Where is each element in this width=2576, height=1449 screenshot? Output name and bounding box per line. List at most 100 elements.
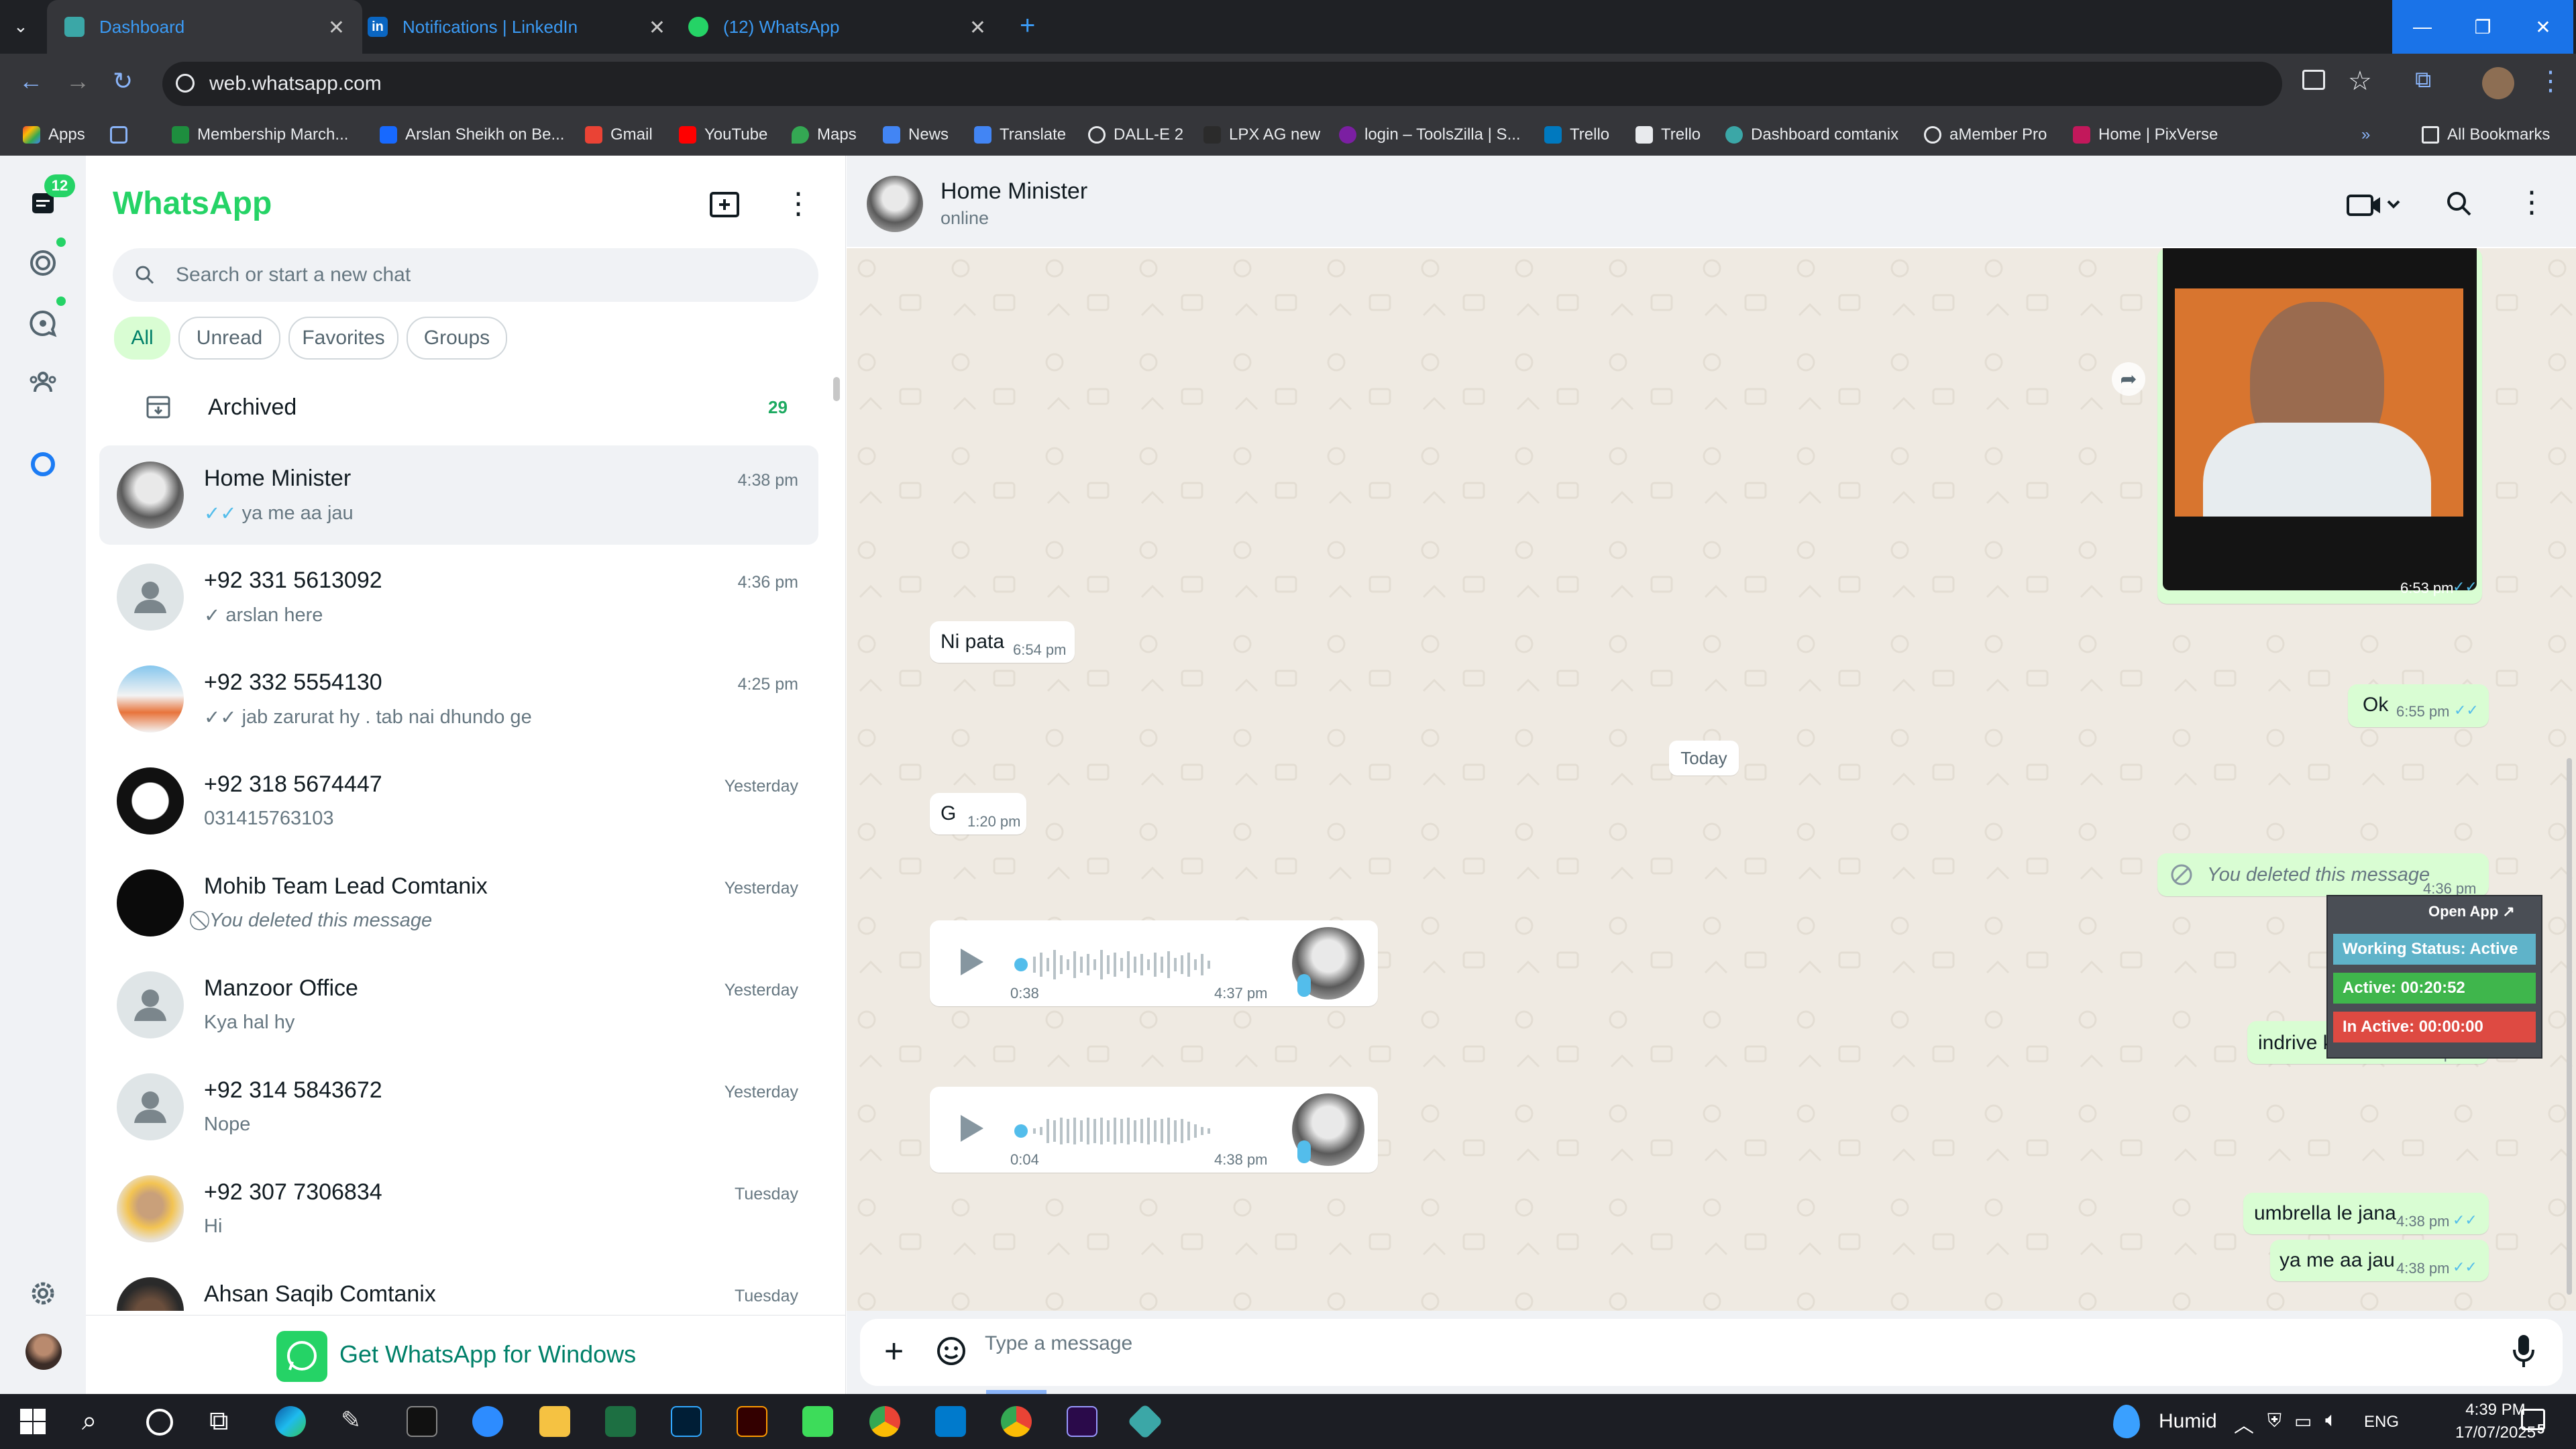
network-icon[interactable]: ▭ xyxy=(2294,1410,2312,1432)
restore-button[interactable]: ❐ xyxy=(2453,0,2513,54)
more-menu-icon[interactable]: ⋮ xyxy=(2537,66,2564,97)
message-scrollbar[interactable] xyxy=(2567,758,2572,1295)
chat-menu-icon[interactable]: ⋮ xyxy=(2517,185,2546,219)
bookmark-behance[interactable]: Arslan Sheikh on Be... xyxy=(380,114,564,156)
message-photo[interactable] xyxy=(2163,248,2477,590)
video-call-icon[interactable] xyxy=(2345,192,2406,219)
play-icon[interactable] xyxy=(957,1112,986,1144)
back-arrow-icon[interactable]: ← xyxy=(19,67,43,95)
profile-avatar[interactable] xyxy=(2482,67,2514,99)
file-explorer-icon[interactable] xyxy=(539,1406,570,1437)
cortana-icon[interactable] xyxy=(146,1409,173,1436)
chrome-icon[interactable] xyxy=(869,1406,900,1437)
search-icon[interactable] xyxy=(2445,189,2474,219)
bookmark-grid[interactable] xyxy=(110,114,136,156)
bookmark-star-icon[interactable]: ☆ xyxy=(2348,66,2372,97)
forward-arrow-icon[interactable]: → xyxy=(66,67,90,95)
get-whatsapp-link[interactable]: Get WhatsApp for Windows xyxy=(339,1340,636,1368)
url-field[interactable] xyxy=(162,62,2282,106)
vscode-icon[interactable] xyxy=(935,1406,966,1437)
bookmarks-overflow-icon[interactable]: » xyxy=(2361,114,2370,156)
pen-tool-icon[interactable]: ✎ xyxy=(341,1406,372,1437)
channels-icon[interactable] xyxy=(27,307,59,339)
taskbar-search-icon[interactable]: ⌕ xyxy=(82,1406,113,1437)
microphone-icon[interactable] xyxy=(2512,1334,2536,1368)
waveform[interactable] xyxy=(1014,1111,1256,1151)
bookmark-dalle[interactable]: DALL-E 2 xyxy=(1088,114,1183,156)
voice-message[interactable]: 0:04 4:38 pm xyxy=(930,1087,1378,1173)
bookmark-dashboard-comtanix[interactable]: Dashboard comtanix xyxy=(1725,114,1898,156)
bookmark-translate[interactable]: Translate xyxy=(974,114,1066,156)
bookmark-gmail[interactable]: Gmail xyxy=(585,114,653,156)
archived-chats[interactable]: Archived xyxy=(208,394,297,421)
chat-header[interactable] xyxy=(847,156,2576,247)
chat-item[interactable]: Mohib Team Lead Comtanix Yesterday ⃠You … xyxy=(99,853,818,953)
close-icon[interactable]: ✕ xyxy=(969,16,986,40)
new-chat-icon[interactable] xyxy=(708,191,741,220)
forward-icon[interactable]: ➦ xyxy=(2112,362,2145,396)
filter-all[interactable]: All xyxy=(114,317,170,360)
illustrator-icon[interactable] xyxy=(737,1406,767,1437)
chat-item[interactable]: +92 332 5554130 4:25 pm ✓✓ jab zarurat hy… xyxy=(99,649,818,749)
close-icon[interactable]: ✕ xyxy=(649,16,665,40)
communities-icon[interactable] xyxy=(27,366,59,398)
new-tab-plus-icon[interactable]: + xyxy=(1020,11,1035,41)
zoom-icon[interactable] xyxy=(472,1406,503,1437)
tab-dashboard[interactable]: Dashboard ✕ xyxy=(47,0,362,54)
filter-unread[interactable]: Unread xyxy=(178,317,280,360)
site-info-icon[interactable] xyxy=(176,74,195,93)
bookmark-amember[interactable]: aMember Pro xyxy=(1924,114,2047,156)
meta-ai-icon[interactable] xyxy=(27,448,59,480)
chat-item[interactable]: Ahsan Saqib Comtanix Tuesday xyxy=(99,1261,818,1311)
outgoing-message[interactable]: Ok 6:55 pm ✓✓ xyxy=(2348,684,2489,727)
install-app-icon[interactable] xyxy=(2302,70,2325,90)
open-app-link[interactable]: Open App ↗ xyxy=(2428,903,2515,920)
chat-item[interactable]: Home Minister 4:38 pm ✓✓ ya me aa jau xyxy=(99,445,818,545)
deleted-message[interactable]: You deleted this message 4:36 pm xyxy=(2157,853,2489,897)
tab-search-icon[interactable]: ⌄ xyxy=(13,16,28,37)
contact-avatar[interactable] xyxy=(867,176,923,232)
status-icon[interactable] xyxy=(27,247,59,279)
premiere-icon[interactable] xyxy=(1067,1406,1097,1437)
minimize-button[interactable]: — xyxy=(2392,0,2453,54)
sidebar-scrollbar[interactable] xyxy=(833,377,840,401)
menu-icon[interactable]: ⋮ xyxy=(784,186,813,221)
bookmark-youtube[interactable]: YouTube xyxy=(679,114,767,156)
phone-app-icon[interactable] xyxy=(802,1406,833,1437)
tray-chevron-icon[interactable]: ︿ xyxy=(2234,1409,2254,1438)
filter-groups[interactable]: Groups xyxy=(407,317,507,360)
chrome-active-icon[interactable] xyxy=(1001,1406,1032,1437)
profile-avatar[interactable] xyxy=(25,1334,62,1370)
chat-item[interactable]: +92 314 5843672 Yesterday Nope xyxy=(99,1057,818,1157)
tab-linkedin[interactable]: in Notifications | LinkedIn ✕ xyxy=(368,0,683,54)
attach-plus-icon[interactable]: + xyxy=(884,1331,904,1371)
volume-icon[interactable]: 🔈︎ xyxy=(2325,1409,2337,1432)
filter-favorites[interactable]: Favorites xyxy=(288,317,398,360)
input-language[interactable]: ENG xyxy=(2364,1413,2399,1432)
bookmark-toolszilla[interactable]: login – ToolsZilla | S... xyxy=(1339,114,1521,156)
bookmark-trello-2[interactable]: Trello xyxy=(1635,114,1701,156)
contact-name[interactable]: Home Minister xyxy=(941,178,1087,205)
settings-gear-icon[interactable] xyxy=(27,1277,59,1309)
bookmark-membership[interactable]: Membership March... xyxy=(172,114,348,156)
bookmark-pixverse[interactable]: Home | PixVerse xyxy=(2073,114,2218,156)
chat-item[interactable]: Manzoor Office Yesterday Kya hal hy xyxy=(99,955,818,1055)
close-icon[interactable]: ✕ xyxy=(328,16,345,40)
chat-item[interactable]: +92 307 7306834 Tuesday Hi xyxy=(99,1159,818,1258)
image-message[interactable]: 6:53 pm ✓✓ xyxy=(2157,248,2482,604)
tray-security-icon[interactable]: ⛨ xyxy=(2267,1410,2282,1432)
close-window-button[interactable]: ✕ xyxy=(2513,0,2573,54)
windows-start-icon[interactable] xyxy=(17,1406,48,1437)
incoming-message[interactable]: G 1:20 pm xyxy=(930,793,1026,835)
incoming-message[interactable]: Ni pata 6:54 pm xyxy=(930,621,1075,663)
photoshop-icon[interactable] xyxy=(671,1406,702,1437)
voice-message[interactable]: 0:38 4:37 pm xyxy=(930,920,1378,1006)
all-bookmarks[interactable]: All Bookmarks xyxy=(2422,114,2550,156)
weather-text[interactable]: Humid xyxy=(2159,1410,2217,1433)
play-icon[interactable] xyxy=(957,946,986,978)
extensions-icon[interactable]: ⧉ xyxy=(2415,67,2431,93)
tab-whatsapp[interactable]: (12) WhatsApp ✕ xyxy=(688,0,1004,54)
task-view-icon[interactable]: ⧉ xyxy=(209,1406,240,1437)
outgoing-message[interactable]: ya me aa jau 4:38 pm ✓✓ xyxy=(2270,1240,2489,1281)
bookmark-maps[interactable]: Maps xyxy=(792,114,857,156)
